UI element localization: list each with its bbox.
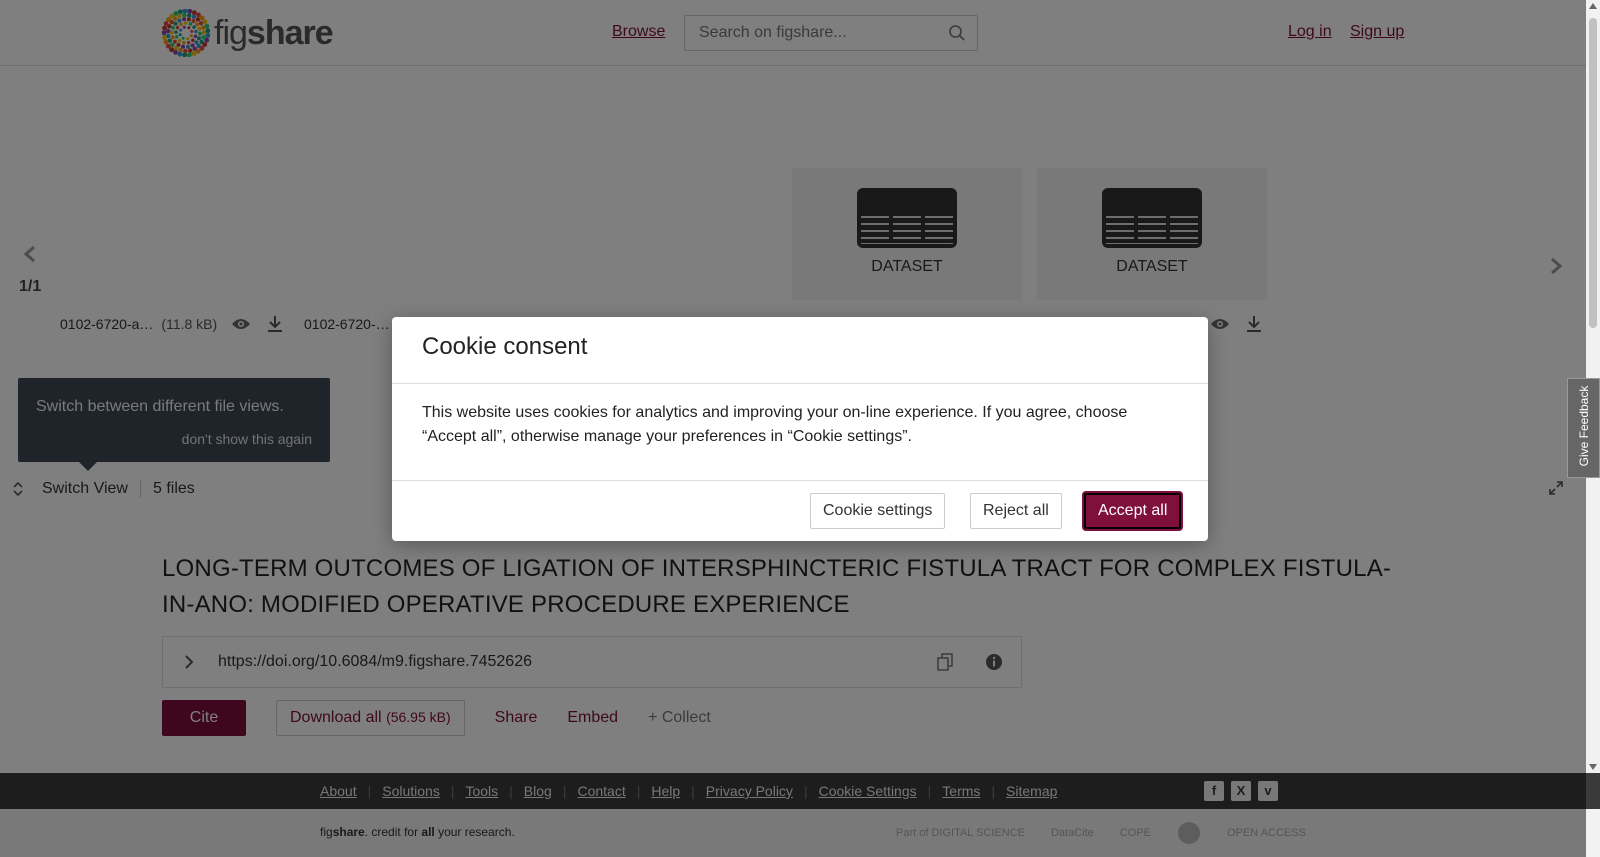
- scroll-down-arrow-icon[interactable]: [1589, 764, 1597, 770]
- dialog-body: This website uses cookies for analytics …: [422, 404, 1128, 445]
- divider: [392, 480, 1208, 481]
- scrollbar-thumb[interactable]: [1589, 18, 1597, 328]
- divider: [392, 383, 1208, 384]
- give-feedback-tab[interactable]: Give Feedback: [1567, 378, 1600, 478]
- scroll-up-arrow-icon[interactable]: [1589, 3, 1597, 9]
- cookie-settings-button[interactable]: Cookie settings: [810, 493, 946, 529]
- cookie-consent-dialog: Cookie consent This website uses cookies…: [392, 317, 1208, 541]
- dialog-title: Cookie consent: [422, 333, 588, 360]
- reject-all-button[interactable]: Reject all: [970, 493, 1062, 529]
- accept-all-button[interactable]: Accept all: [1084, 493, 1182, 529]
